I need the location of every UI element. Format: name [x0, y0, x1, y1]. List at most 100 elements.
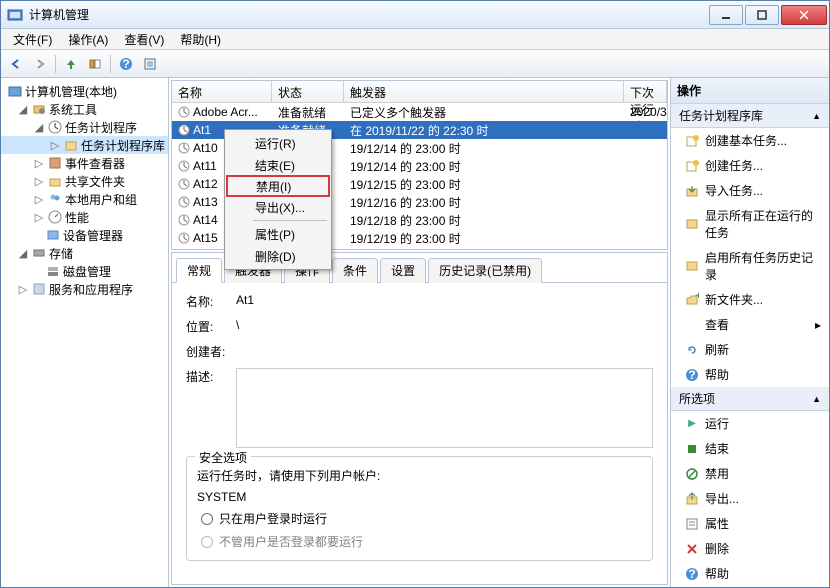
actions-pane: 操作 任务计划程序库▲ 创建基本任务...创建任务...导入任务...显示所有正… [671, 78, 829, 587]
menu-view[interactable]: 查看(V) [116, 29, 172, 50]
col-state[interactable]: 状态 [272, 81, 344, 102]
label-author: 创建者: [186, 343, 236, 360]
tree-root[interactable]: 计算机管理(本地) [1, 82, 168, 100]
tree-device-manager[interactable]: 设备管理器 [1, 226, 168, 244]
expand-icon[interactable]: ▷ [33, 157, 45, 170]
action-item[interactable]: 删除 [671, 536, 829, 561]
title-bar: 计算机管理 [1, 1, 829, 29]
collapse-icon[interactable]: ◢ [17, 103, 29, 116]
expand-icon[interactable]: ▷ [33, 175, 45, 188]
security-account-value: SYSTEM [197, 490, 642, 504]
help-button[interactable]: ? [115, 53, 137, 75]
task-row[interactable]: Adobe Acr...准备就绪已定义多个触发器2020/3/ [172, 103, 667, 121]
tree-local-users[interactable]: ▷本地用户和组 [1, 190, 168, 208]
tab-history[interactable]: 历史记录(已禁用) [428, 258, 542, 283]
action-item[interactable]: 导入任务... [671, 178, 829, 203]
tree-shared-folders[interactable]: ▷共享文件夹 [1, 172, 168, 190]
ctx-run[interactable]: 运行(R) [227, 132, 329, 154]
ctx-export[interactable]: 导出(X)... [227, 196, 329, 218]
menu-file[interactable]: 文件(F) [5, 29, 60, 50]
expand-icon[interactable]: ▷ [17, 283, 29, 296]
collapse-icon[interactable]: ◢ [33, 121, 45, 134]
radio-logged-on-only[interactable]: 只在用户登录时运行 [201, 510, 642, 527]
security-options-group: 安全选项 运行任务时，请使用下列用户帐户: SYSTEM 只在用户登录时运行 不… [186, 456, 653, 561]
label-description: 描述: [186, 368, 236, 385]
action-item[interactable]: 刷新 [671, 337, 829, 362]
new-icon [685, 134, 699, 148]
expand-icon[interactable]: ▷ [33, 193, 45, 206]
svg-text:+: + [695, 293, 699, 302]
ctx-end[interactable]: 结束(E) [227, 154, 329, 176]
action-item[interactable]: 属性 [671, 511, 829, 536]
tree-services-apps[interactable]: ▷服务和应用程序 [1, 280, 168, 298]
show-icon [685, 217, 699, 231]
action-item[interactable]: 结束 [671, 436, 829, 461]
context-menu: 运行(R) 结束(E) 禁用(I) 导出(X)... 属性(P) 删除(D) [224, 129, 332, 270]
forward-button[interactable] [29, 53, 51, 75]
expand-icon[interactable]: ▷ [33, 211, 45, 224]
expand-icon[interactable]: ▷ [49, 139, 61, 152]
action-item[interactable]: ▶运行 [671, 411, 829, 436]
action-item[interactable]: 查看▸ [671, 312, 829, 337]
action-item[interactable]: 禁用 [671, 461, 829, 486]
tab-general[interactable]: 常规 [176, 258, 222, 283]
action-item[interactable]: ?帮助 [671, 362, 829, 387]
tree-storage[interactable]: ◢存储 [1, 244, 168, 262]
tab-conditions[interactable]: 条件 [332, 258, 378, 283]
svg-text:?: ? [688, 567, 695, 581]
toolbar: ? [1, 50, 829, 78]
back-button[interactable] [5, 53, 27, 75]
menu-bar: 文件(F) 操作(A) 查看(V) 帮助(H) [1, 29, 829, 50]
enable-icon [685, 259, 699, 273]
action-item[interactable]: ?帮助 [671, 561, 829, 586]
tab-settings[interactable]: 设置 [380, 258, 426, 283]
action-item[interactable]: 创建任务... [671, 153, 829, 178]
menu-help[interactable]: 帮助(H) [172, 29, 229, 50]
actions-section-selected[interactable]: 所选项▲ [671, 387, 829, 411]
tree-task-scheduler-library[interactable]: ▷任务计划程序库 [1, 136, 168, 154]
close-button[interactable] [781, 5, 827, 25]
radio-whether-logged-on[interactable]: 不管用户是否登录都要运行 [201, 533, 642, 550]
refresh-button[interactable] [139, 53, 161, 75]
navigation-tree[interactable]: 计算机管理(本地) ◢系统工具 ◢任务计划程序 ▷任务计划程序库 ▷事件查看器 … [1, 78, 169, 587]
minimize-button[interactable] [709, 5, 743, 25]
label-name: 名称: [186, 293, 236, 310]
menu-action[interactable]: 操作(A) [60, 29, 116, 50]
tree-disk-management[interactable]: 磁盘管理 [1, 262, 168, 280]
col-name[interactable]: 名称 [172, 81, 272, 102]
new-icon [685, 159, 699, 173]
action-item[interactable]: 导出... [671, 486, 829, 511]
col-next-run[interactable]: 下次运行时 [624, 81, 667, 102]
maximize-button[interactable] [745, 5, 779, 25]
ctx-properties[interactable]: 属性(P) [227, 223, 329, 245]
col-trigger[interactable]: 触发器 [344, 81, 624, 102]
tree-event-viewer[interactable]: ▷事件查看器 [1, 154, 168, 172]
view-icon [685, 318, 699, 332]
action-item[interactable]: +新文件夹... [671, 287, 829, 312]
radio-icon [201, 513, 213, 525]
folder-icon: + [685, 293, 699, 307]
actions-section-library[interactable]: 任务计划程序库▲ [671, 104, 829, 128]
disable-icon [685, 467, 699, 481]
props-icon [685, 517, 699, 531]
window-title: 计算机管理 [29, 6, 709, 23]
task-details-pane: 常规 触发器 操作 条件 设置 历史记录(已禁用) 名称:At1 位置:\ 创建… [171, 252, 668, 585]
ctx-delete[interactable]: 删除(D) [227, 245, 329, 267]
radio-icon [201, 536, 213, 548]
up-button[interactable] [60, 53, 82, 75]
export-icon [685, 492, 699, 506]
tree-system-tools[interactable]: ◢系统工具 [1, 100, 168, 118]
value-location: \ [236, 318, 653, 332]
show-hide-button[interactable] [84, 53, 106, 75]
description-box[interactable] [236, 368, 653, 448]
action-item[interactable]: 创建基本任务... [671, 128, 829, 153]
help-icon: ? [685, 368, 699, 382]
actions-header: 操作 [671, 78, 829, 104]
tree-performance[interactable]: ▷性能 [1, 208, 168, 226]
ctx-disable[interactable]: 禁用(I) [226, 175, 330, 197]
delete-icon [685, 542, 699, 556]
tree-task-scheduler[interactable]: ◢任务计划程序 [1, 118, 168, 136]
action-item[interactable]: 显示所有正在运行的任务 [671, 203, 829, 245]
action-item[interactable]: 启用所有任务历史记录 [671, 245, 829, 287]
collapse-icon[interactable]: ◢ [17, 247, 29, 260]
